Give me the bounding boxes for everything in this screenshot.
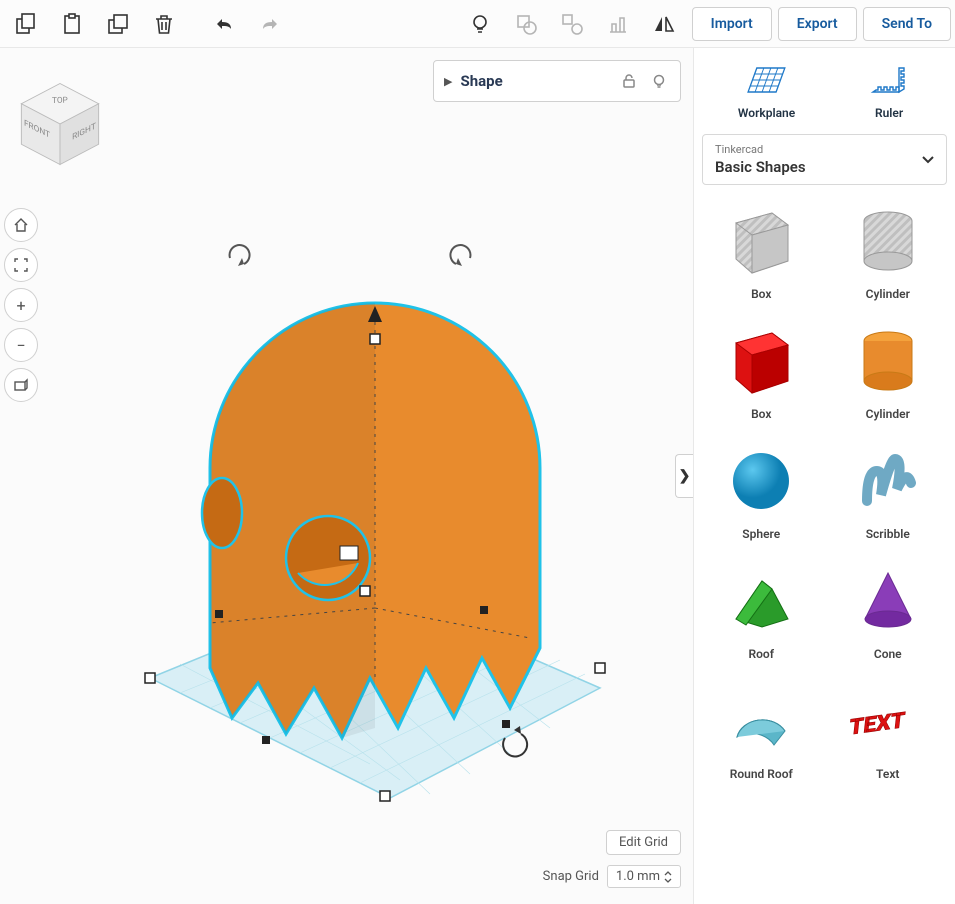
zoom-out-button[interactable]: −	[4, 328, 38, 362]
shapes-grid: Box Cylinder	[694, 193, 955, 904]
workplane-tool[interactable]: Workplane	[738, 62, 795, 120]
redo-button[interactable]	[248, 2, 292, 46]
mirror-button[interactable]	[642, 2, 686, 46]
ruler-label: Ruler	[875, 106, 903, 120]
collapse-panel-button[interactable]: ❯	[675, 454, 693, 498]
delete-button[interactable]	[142, 2, 186, 46]
duplicate-button[interactable]	[96, 2, 140, 46]
paste-button[interactable]	[50, 2, 94, 46]
shape-panel-title: Shape	[460, 72, 610, 90]
shape-text[interactable]: TEXT Text	[833, 679, 943, 781]
shape-round-roof[interactable]: Round Roof	[706, 679, 816, 781]
chevron-down-icon	[922, 156, 934, 164]
ruler-tool[interactable]: Ruler	[867, 62, 911, 120]
home-view-button[interactable]	[4, 208, 38, 242]
export-button[interactable]: Export	[778, 7, 857, 41]
zoom-in-button[interactable]: +	[4, 288, 38, 322]
undo-button[interactable]	[202, 2, 246, 46]
copy-button[interactable]	[4, 2, 48, 46]
shape-inspector-panel: ▶ Shape	[433, 60, 681, 102]
shape-roof[interactable]: Roof	[706, 559, 816, 661]
workplane-label: Workplane	[738, 106, 795, 120]
snap-grid-label: Snap Grid	[543, 869, 599, 884]
shape-cone[interactable]: Cone	[833, 559, 943, 661]
snap-grid-select[interactable]: 1.0 mm	[607, 865, 681, 888]
import-button[interactable]: Import	[692, 7, 772, 41]
svg-text:TEXT: TEXT	[849, 708, 906, 741]
align-button[interactable]	[596, 2, 640, 46]
shape-cylinder-solid[interactable]: Cylinder	[833, 319, 943, 421]
view-nav-buttons: + −	[4, 208, 38, 402]
shape-box-solid[interactable]: Box	[706, 319, 816, 421]
svg-text:TOP: TOP	[52, 96, 68, 107]
sendto-button[interactable]: Send To	[863, 7, 951, 41]
ungroup-button[interactable]	[550, 2, 594, 46]
ortho-toggle-button[interactable]	[4, 368, 38, 402]
shape-category-dropdown[interactable]: Tinkercad Basic Shapes	[702, 134, 947, 185]
shape-box-hole[interactable]: Box	[706, 199, 816, 301]
bulb-icon[interactable]	[648, 70, 670, 92]
canvas-area[interactable]: TOP FRONT RIGHT + − ▶ Shape ❯	[0, 48, 693, 904]
top-toolbar: Import Export Send To	[0, 0, 955, 48]
panel-expand-toggle[interactable]: ▶	[444, 75, 452, 88]
right-panel: Workplane Ruler Tinkercad Basic Shapes	[693, 48, 955, 904]
fit-view-button[interactable]	[4, 248, 38, 282]
shape-sphere[interactable]: Sphere	[706, 439, 816, 541]
hint-bulb-button[interactable]	[458, 2, 502, 46]
viewcube-control[interactable]: TOP FRONT RIGHT	[14, 78, 106, 170]
lock-icon[interactable]	[618, 70, 640, 92]
shape-scribble[interactable]: Scribble	[833, 439, 943, 541]
shape-cylinder-hole[interactable]: Cylinder	[833, 199, 943, 301]
edit-grid-button[interactable]: Edit Grid	[606, 830, 681, 855]
model-view[interactable]	[110, 208, 650, 828]
group-button[interactable]	[504, 2, 548, 46]
